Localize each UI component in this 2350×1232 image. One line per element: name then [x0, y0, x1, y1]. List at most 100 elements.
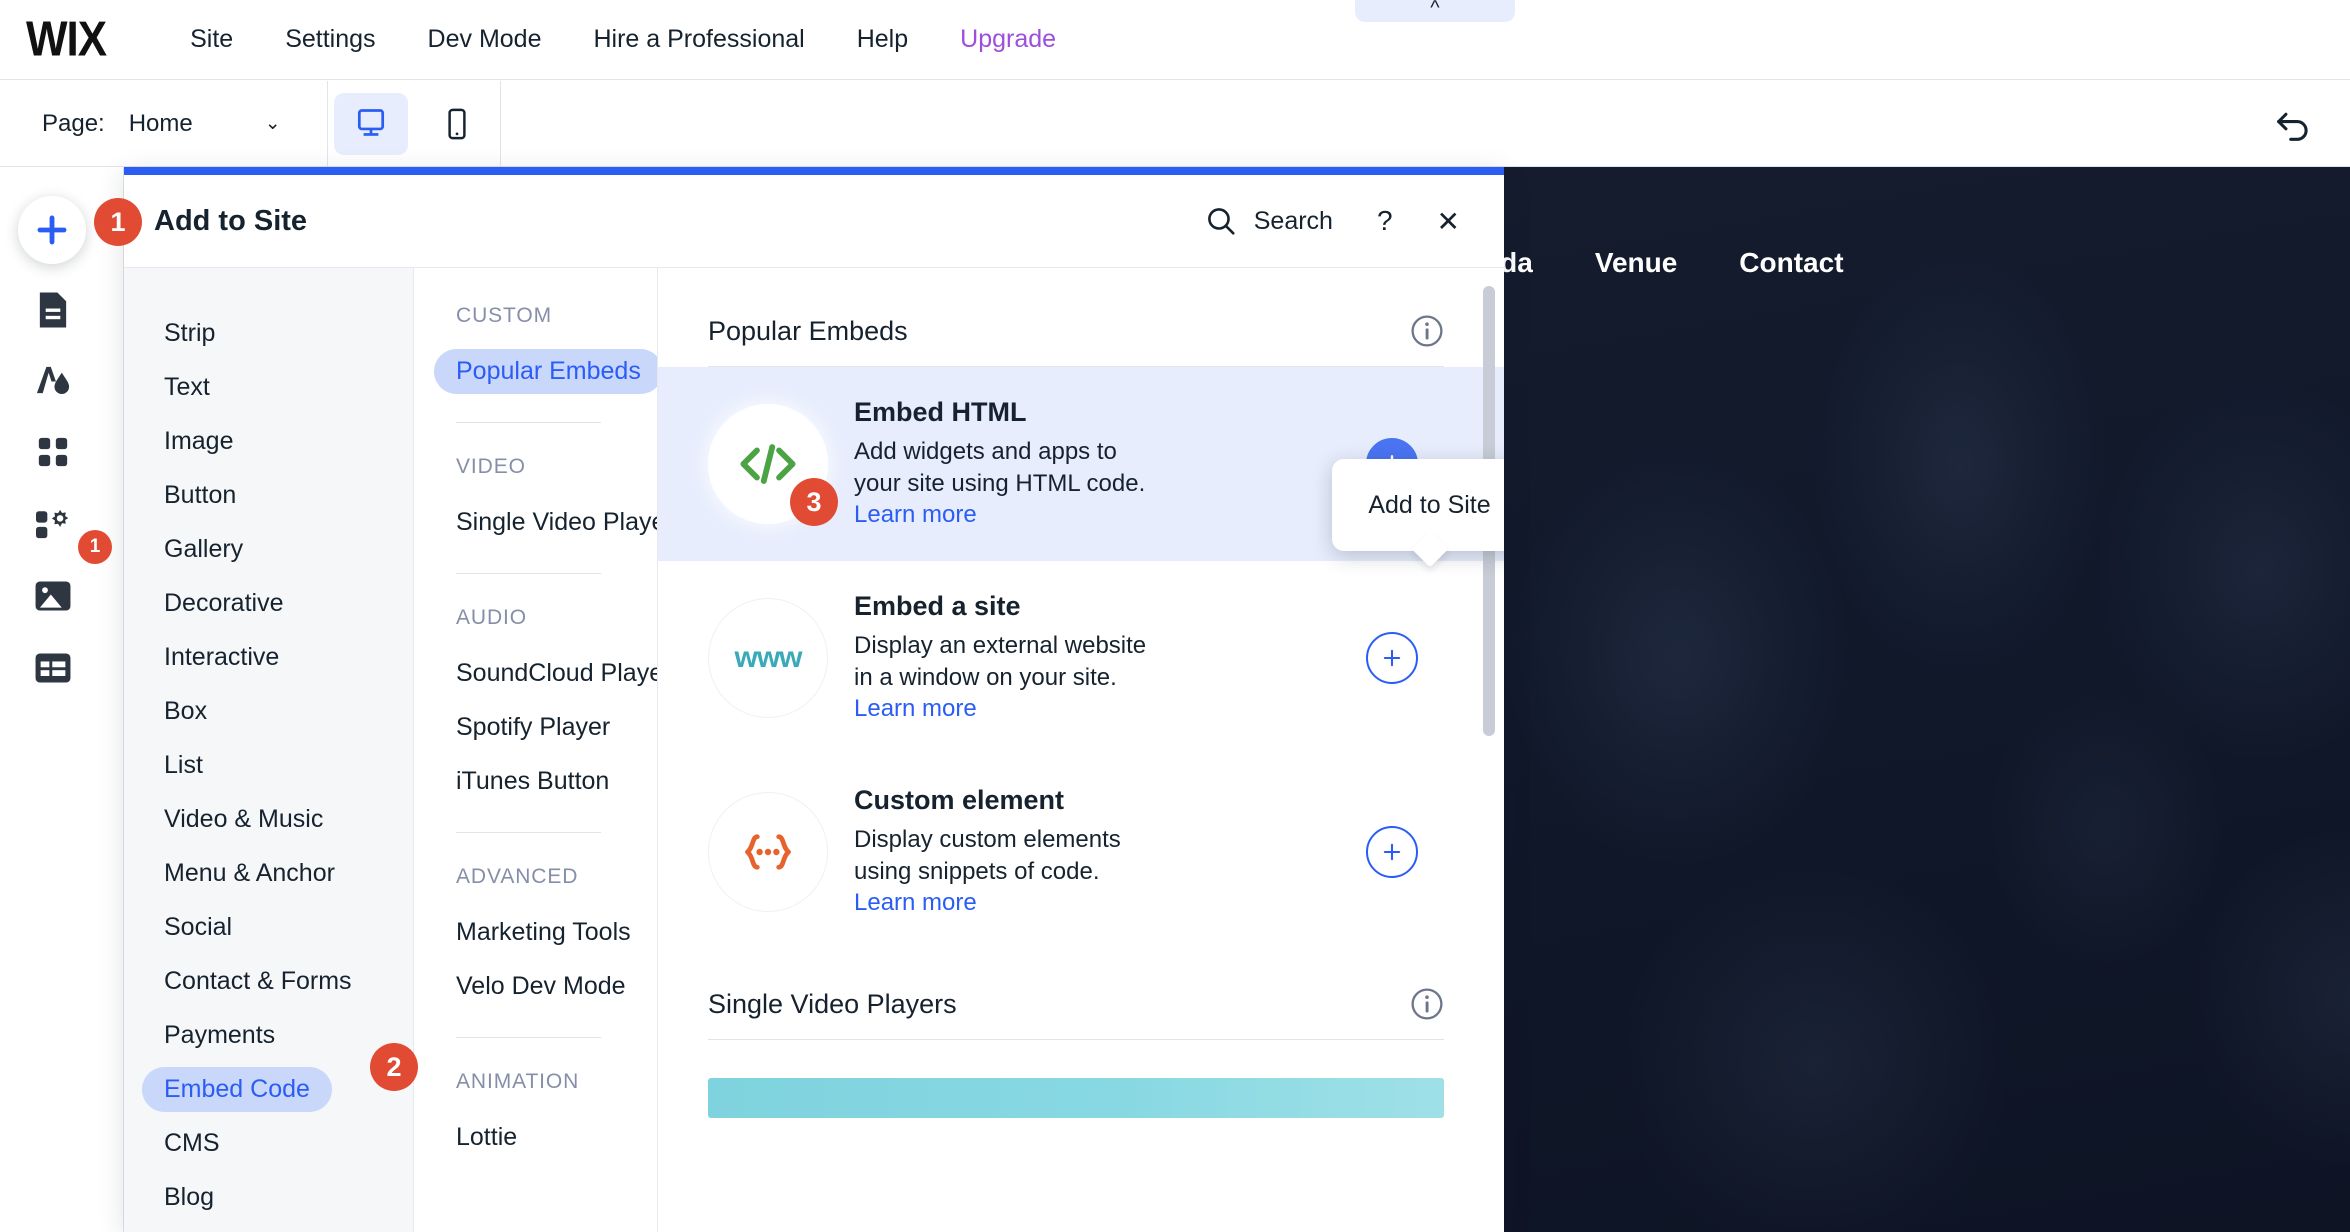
panel-search-button[interactable]: Search [1206, 206, 1333, 236]
section-title: Single Video Players [708, 988, 957, 1019]
subcategory-list: CUSTOM Popular Embeds VIDEO Single Video… [414, 268, 658, 1232]
category-item-box[interactable]: Box [124, 684, 413, 738]
site-nav-item-contact[interactable]: Contact [1739, 247, 1843, 279]
rail-item-pages[interactable] [30, 287, 76, 333]
category-label: Text [164, 372, 210, 401]
subgroup-heading: ANIMATION [456, 1070, 580, 1093]
rail-item-apps[interactable] [30, 429, 76, 475]
site-nav-item-agenda[interactable]: Agenda [1504, 247, 1533, 279]
category-item-text[interactable]: Text [124, 360, 413, 414]
learn-more-link[interactable]: Learn more [854, 501, 977, 528]
subcategory-label: Popular Embeds [434, 348, 657, 394]
learn-more-link[interactable]: Learn more [854, 889, 977, 916]
subgroup-animation: ANIMATION Lottie [414, 1070, 657, 1164]
page-selector-value[interactable]: Home [129, 110, 193, 138]
topnav-item-help[interactable]: Help [831, 25, 934, 54]
rail-item-theme-design[interactable] [30, 357, 76, 403]
panel-close-button[interactable]: ✕ [1437, 205, 1460, 238]
collapse-toolbar-button[interactable]: ^ [1355, 0, 1515, 22]
panel-search-label: Search [1253, 206, 1333, 235]
category-item-blog[interactable]: Blog [124, 1170, 413, 1224]
mobile-view-icon [448, 108, 466, 139]
plus-icon [37, 215, 67, 245]
site-nav-item-venue[interactable]: Venue [1595, 247, 1677, 279]
panel-help-button[interactable]: ? [1377, 205, 1393, 237]
element-card-embed-a-site[interactable]: www Embed a site Display an external web… [658, 561, 1504, 755]
my-business-icon [36, 509, 69, 539]
category-item-button[interactable]: Button [124, 468, 413, 522]
desktop-view-icon [357, 108, 384, 136]
subcategory-item-itunes-button[interactable]: iTunes Button [414, 754, 657, 808]
subcategory-label: Lottie [456, 1122, 518, 1151]
info-icon[interactable] [1410, 314, 1444, 348]
subcategory-item-single-video-players[interactable]: Single Video Players [414, 495, 657, 549]
topnav-item-hire-a-professional[interactable]: Hire a Professional [568, 25, 831, 54]
chevron-down-icon[interactable]: ⌄ [265, 112, 281, 135]
category-item-decorative[interactable]: Decorative [124, 576, 413, 630]
category-item-image[interactable]: Image [124, 414, 413, 468]
category-item-list[interactable]: List [124, 738, 413, 792]
mobile-view-button[interactable] [420, 93, 494, 155]
topnav-item-site[interactable]: Site [164, 25, 259, 54]
undo-icon [2277, 112, 2308, 141]
subcategory-item-soundcloud-player[interactable]: SoundCloud Player [414, 646, 657, 700]
category-item-cms[interactable]: CMS [124, 1116, 413, 1170]
element-card-title: Embed HTML [854, 397, 1027, 427]
editor-left-rail [0, 167, 124, 1232]
add-elements-button[interactable] [18, 196, 86, 264]
subcategory-item-spotify-player[interactable]: Spotify Player [414, 700, 657, 754]
undo-button[interactable] [2266, 96, 2322, 152]
elements-scroll-area: Popular Embeds Embed HTML Add widgets an… [658, 268, 1504, 1232]
rail-item-content-manager[interactable] [30, 645, 76, 691]
subgroup-divider [456, 422, 601, 423]
add-element-button[interactable] [1366, 632, 1418, 685]
subcategory-item-velo-dev-mode[interactable]: Velo Dev Mode [414, 959, 657, 1013]
category-label: CMS [164, 1128, 220, 1157]
rail-item-my-business[interactable] [30, 501, 76, 547]
topnav-item-upgrade[interactable]: Upgrade [934, 25, 1082, 54]
topnav-item-settings[interactable]: Settings [259, 25, 401, 54]
category-label: Blog [164, 1182, 215, 1211]
subcategory-label: Marketing Tools [456, 917, 631, 946]
subgroup-heading: CUSTOM [456, 304, 553, 327]
subgroup-advanced: ADVANCED Marketing Tools Velo Dev Mode [414, 865, 657, 1013]
category-item-video-and-music[interactable]: Video & Music [124, 792, 413, 846]
element-card-title: Custom element [854, 785, 1065, 816]
category-item-gallery[interactable]: Gallery [124, 522, 413, 576]
panel-body: Strip Text Image Button Gallery Decorati… [124, 268, 1504, 1232]
category-item-strip[interactable]: Strip [124, 306, 413, 360]
element-card-custom-element[interactable]: Custom element Display custom elements u… [658, 755, 1504, 949]
subgroup-video: VIDEO Single Video Players [414, 455, 657, 549]
category-item-payments[interactable]: Payments [124, 1008, 413, 1062]
info-icon[interactable] [1410, 987, 1444, 1021]
element-card-text: Custom element Display custom elements u… [854, 785, 1154, 919]
section-rule [708, 1039, 1444, 1041]
category-item-contact-and-forms[interactable]: Contact & Forms [124, 954, 413, 1008]
add-to-site-tooltip: Add to Site [1332, 459, 1504, 551]
video-player-thumbnail[interactable] [708, 1078, 1444, 1119]
elements-panel-content: Popular Embeds Embed HTML Add widgets an… [658, 268, 1504, 1232]
topnav-item-dev-mode[interactable]: Dev Mode [402, 25, 568, 54]
category-label: Social [164, 912, 233, 941]
panel-title: Add to Site [154, 204, 308, 237]
learn-more-link[interactable]: Learn more [854, 695, 977, 722]
category-item-social[interactable]: Social [124, 900, 413, 954]
viewport-switcher [328, 92, 500, 155]
rail-item-media[interactable] [30, 573, 76, 619]
element-card-description-text: Display custom elements using snippets o… [854, 826, 1121, 885]
category-item-interactive[interactable]: Interactive [124, 630, 413, 684]
site-preview[interactable]: d the page. Contact the ome Speakers Age… [1504, 167, 2350, 1232]
element-thumbnail: www [708, 598, 828, 719]
subcategory-item-marketing-tools[interactable]: Marketing Tools [414, 905, 657, 959]
category-item-menu-and-anchor[interactable]: Menu & Anchor [124, 846, 413, 900]
www-icon: www [734, 641, 802, 675]
add-element-button[interactable] [1366, 826, 1418, 879]
add-to-site-panel: Add to Site Search ? ✕ Strip Text Image … [124, 167, 1504, 1232]
subcategory-label: Spotify Player [456, 712, 611, 741]
media-icon [35, 581, 71, 611]
subcategory-item-popular-embeds[interactable]: Popular Embeds [414, 344, 657, 398]
desktop-view-button[interactable] [333, 92, 408, 155]
subcategory-label: Single Video Players [456, 507, 657, 536]
subcategory-item-lottie[interactable]: Lottie [414, 1110, 657, 1164]
wix-logo[interactable]: WIX [26, 14, 107, 64]
